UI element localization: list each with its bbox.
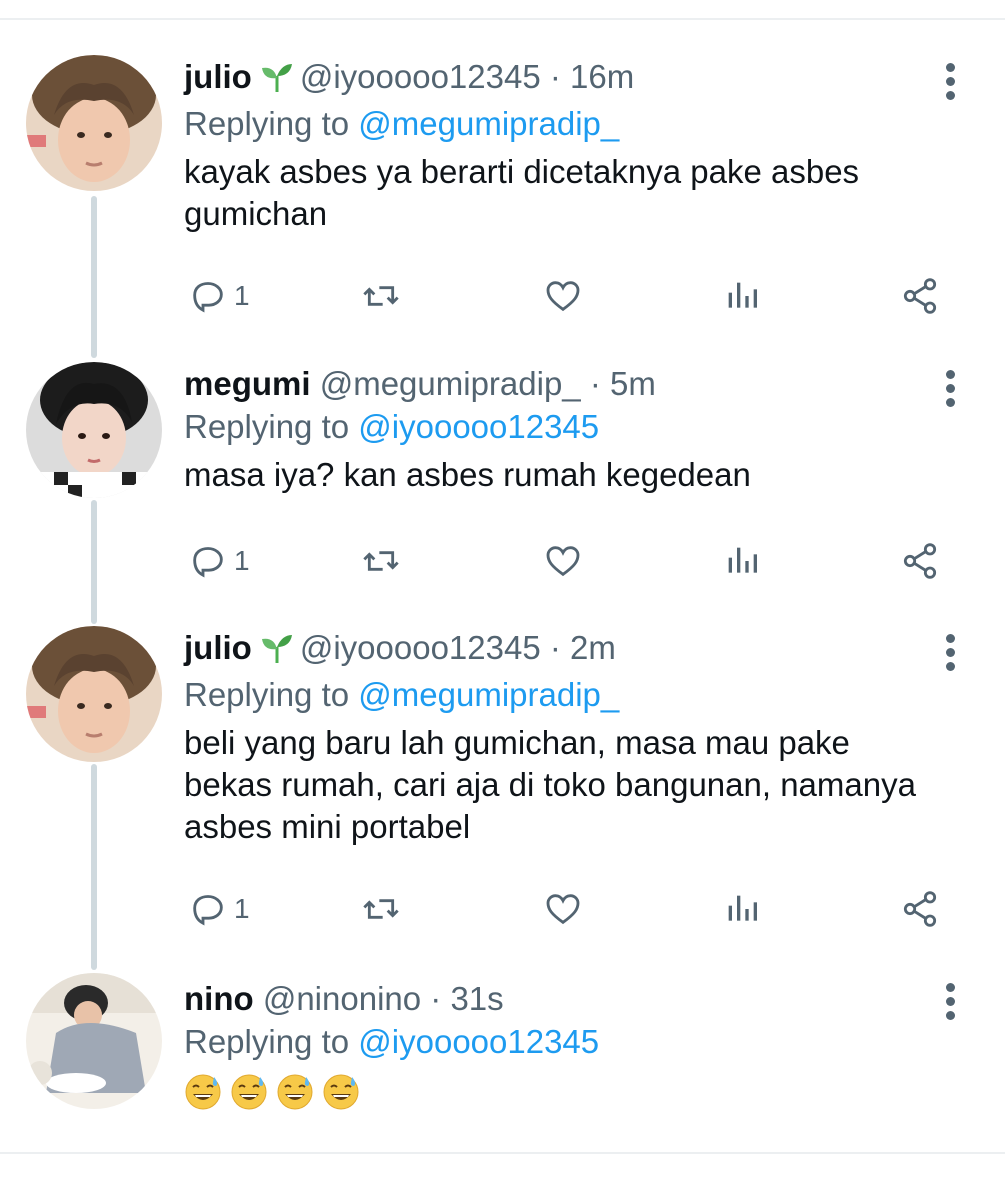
reply-icon bbox=[193, 547, 223, 578]
more-options-button[interactable] bbox=[943, 370, 957, 412]
mention-link[interactable]: @megumipradip_ bbox=[358, 676, 619, 713]
reply-button[interactable]: 1 bbox=[188, 538, 250, 584]
reply-icon bbox=[193, 895, 223, 926]
heart-icon bbox=[546, 281, 580, 312]
reply-count: 1 bbox=[234, 545, 250, 576]
avatar[interactable] bbox=[26, 362, 162, 498]
analytics-button[interactable] bbox=[722, 538, 762, 584]
sweat-smile-emoji bbox=[185, 1074, 221, 1110]
replying-to: Replying to @megumipradip_ bbox=[184, 101, 944, 147]
timestamp[interactable]: · 16m bbox=[550, 58, 634, 95]
tweet-text: kayak asbes ya berarti dicetaknya pake a… bbox=[184, 153, 860, 232]
avatar-image bbox=[26, 973, 162, 1109]
display-name[interactable]: julio bbox=[184, 629, 252, 666]
share-icon bbox=[903, 543, 937, 579]
like-button[interactable] bbox=[542, 273, 584, 319]
timestamp[interactable]: · 5m bbox=[590, 365, 656, 402]
more-vertical-icon bbox=[945, 370, 955, 379]
more-vertical-icon bbox=[945, 634, 955, 643]
analytics-button[interactable] bbox=[722, 273, 762, 319]
user-handle[interactable]: @megumipradip_ bbox=[320, 365, 581, 402]
user-handle[interactable]: @ninonino bbox=[263, 980, 421, 1017]
retweet-button[interactable] bbox=[360, 886, 402, 932]
retweet-icon bbox=[363, 899, 399, 919]
avatar-image bbox=[26, 362, 162, 498]
thread-connector bbox=[91, 196, 97, 358]
retweet-button[interactable] bbox=[360, 273, 402, 319]
top-divider bbox=[0, 18, 1005, 20]
timestamp[interactable]: · 31s bbox=[430, 980, 503, 1017]
share-icon bbox=[903, 278, 937, 314]
avatar[interactable] bbox=[26, 626, 162, 762]
replying-to-label: Replying to bbox=[184, 676, 350, 713]
sweat-smile-emoji bbox=[231, 1074, 267, 1110]
avatar[interactable] bbox=[26, 55, 162, 191]
reply-button[interactable]: 1 bbox=[188, 886, 250, 932]
reply-count: 1 bbox=[234, 893, 250, 924]
timestamp[interactable]: · 2m bbox=[550, 629, 616, 666]
more-options-button[interactable] bbox=[943, 983, 957, 1025]
sweat-smile-emoji bbox=[323, 1074, 359, 1110]
retweet-icon bbox=[363, 551, 399, 571]
share-button[interactable] bbox=[900, 886, 940, 932]
seedling-icon bbox=[260, 61, 294, 101]
reply-icon bbox=[193, 282, 223, 313]
sweat-smile-emoji bbox=[277, 1074, 313, 1110]
replying-to: Replying to @iyooooo12345 bbox=[184, 404, 944, 450]
analytics-icon bbox=[728, 895, 757, 921]
analytics-icon bbox=[728, 282, 757, 308]
thread-connector bbox=[91, 764, 97, 970]
user-handle[interactable]: @iyooooo12345 bbox=[300, 58, 541, 95]
tweet-text: masa iya? kan asbes rumah kegedean bbox=[184, 456, 751, 493]
analytics-button[interactable] bbox=[722, 886, 762, 932]
replying-to: Replying to @megumipradip_ bbox=[184, 672, 944, 718]
action-bar: 1 bbox=[184, 538, 944, 584]
display-name[interactable]: julio bbox=[184, 58, 252, 95]
thread-connector bbox=[91, 500, 97, 624]
more-vertical-icon bbox=[945, 983, 955, 992]
avatar-image bbox=[26, 626, 162, 762]
mention-link[interactable]: @megumipradip_ bbox=[358, 105, 619, 142]
bottom-divider bbox=[0, 1152, 1005, 1154]
seedling-icon bbox=[260, 632, 294, 672]
like-button[interactable] bbox=[542, 538, 584, 584]
replying-to-label: Replying to bbox=[184, 1023, 350, 1060]
avatar[interactable] bbox=[26, 973, 162, 1109]
mention-link[interactable]: @iyooooo12345 bbox=[358, 408, 599, 445]
replying-to-label: Replying to bbox=[184, 408, 350, 445]
more-options-button[interactable] bbox=[943, 634, 957, 676]
retweet-icon bbox=[363, 286, 399, 306]
analytics-icon bbox=[728, 547, 757, 573]
share-button[interactable] bbox=[900, 538, 940, 584]
action-bar: 1 bbox=[184, 886, 944, 932]
user-handle[interactable]: @iyooooo12345 bbox=[300, 629, 541, 666]
mention-link[interactable]: @iyooooo12345 bbox=[358, 1023, 599, 1060]
display-name[interactable]: megumi bbox=[184, 365, 311, 402]
tweet-text: beli yang baru lah gumichan, masa mau pa… bbox=[184, 724, 916, 845]
heart-icon bbox=[546, 894, 580, 925]
tweet-text: 😅😅😅😅 bbox=[184, 1073, 944, 1111]
like-button[interactable] bbox=[542, 886, 584, 932]
share-icon bbox=[903, 891, 937, 927]
reply-button[interactable]: 1 bbox=[188, 273, 250, 319]
share-button[interactable] bbox=[900, 273, 940, 319]
reply-count: 1 bbox=[234, 280, 250, 311]
more-vertical-icon bbox=[945, 63, 955, 72]
replying-to-label: Replying to bbox=[184, 105, 350, 142]
more-options-button[interactable] bbox=[943, 63, 957, 105]
display-name[interactable]: nino bbox=[184, 980, 254, 1017]
heart-icon bbox=[546, 546, 580, 577]
retweet-button[interactable] bbox=[360, 538, 402, 584]
avatar-image bbox=[26, 55, 162, 191]
replying-to: Replying to @iyooooo12345 bbox=[184, 1019, 944, 1065]
action-bar: 1 bbox=[184, 273, 944, 319]
